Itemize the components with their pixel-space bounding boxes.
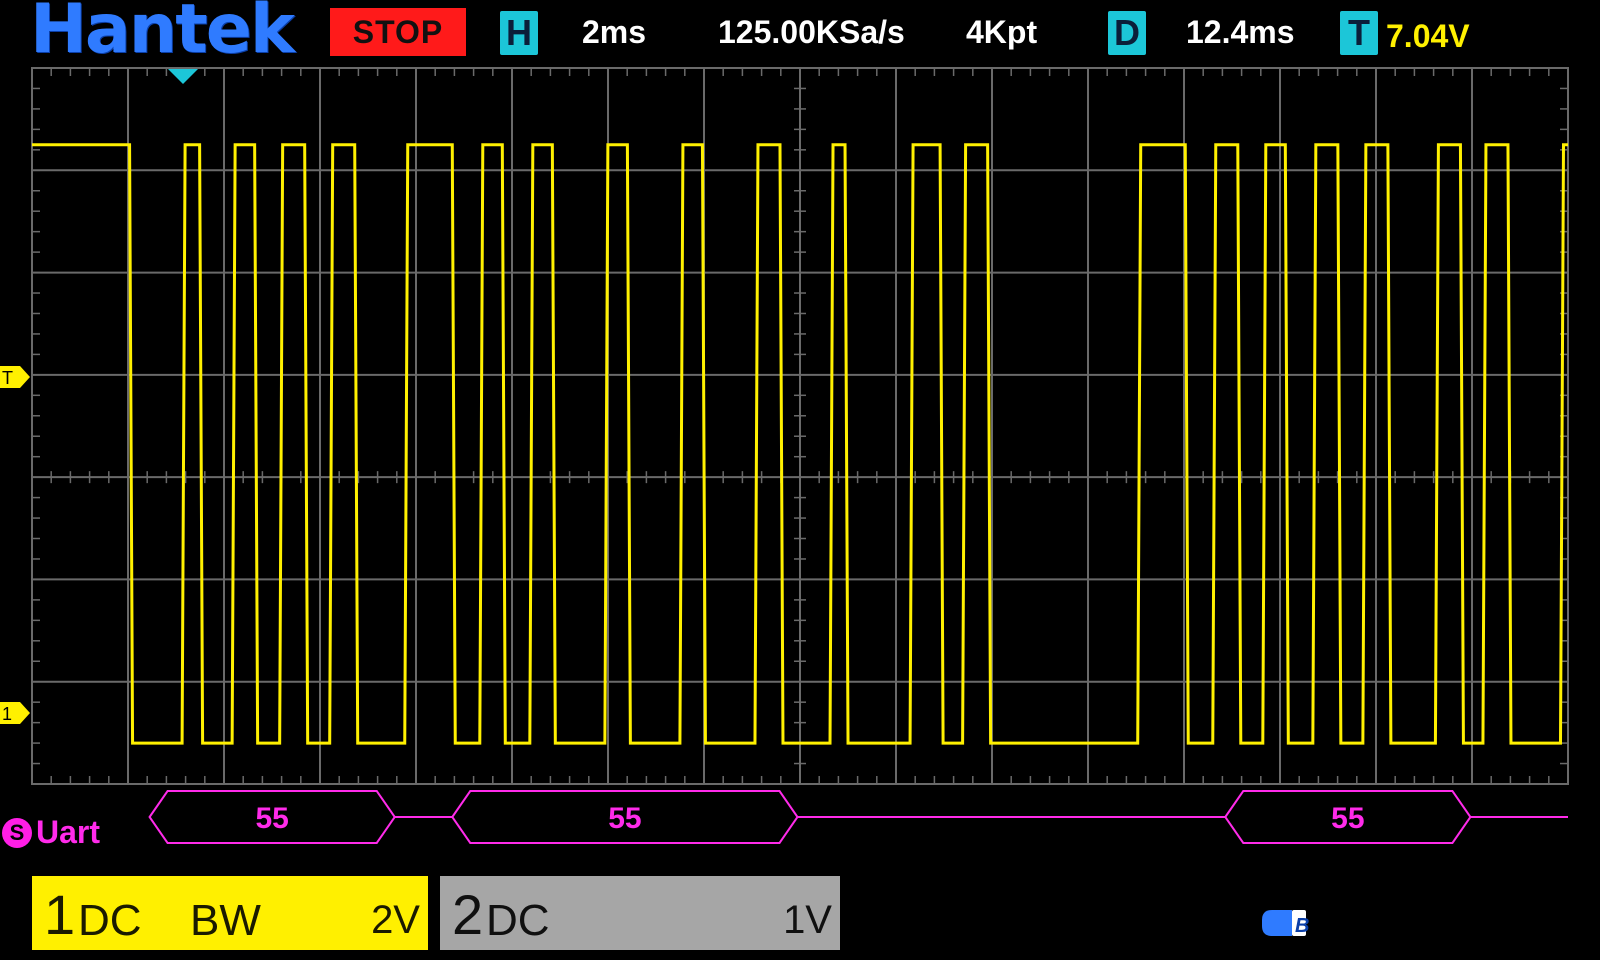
- uart-decode-bus: 55 55 55: [148, 790, 1568, 844]
- channel1-ground-marker[interactable]: 1: [0, 702, 30, 724]
- svg-text:B: B: [1295, 915, 1309, 937]
- serial-decode-icon: S: [2, 817, 32, 848]
- channel1-bandwidth-limit: BW: [190, 896, 261, 945]
- brand-logo: Hantek: [30, 0, 295, 69]
- horizontal-tag: H: [500, 11, 538, 55]
- trigger-tag: T: [1340, 11, 1378, 55]
- sample-rate-value: 125.00KSa/s: [718, 14, 905, 50]
- channel1-coupling: DC: [78, 896, 142, 945]
- channel2-coupling: DC: [486, 896, 550, 945]
- top-status-bar: Hantek STOP H 2ms 125.00KSa/s 4Kpt D 12.…: [0, 0, 1600, 69]
- memory-depth-value[interactable]: 4Kpt: [966, 14, 1037, 51]
- decode-label[interactable]: S Uart: [2, 814, 100, 851]
- trigger-level-marker-label: T: [2, 368, 13, 388]
- trigger-position-marker[interactable]: [168, 69, 198, 84]
- timebase-value[interactable]: 2ms: [582, 14, 646, 51]
- channel2-number: 2: [452, 883, 484, 946]
- decode-protocol-label: Uart: [36, 814, 101, 850]
- trigger-level-value[interactable]: 7.04V: [1386, 18, 1470, 55]
- channel2-scale: 1V: [783, 898, 832, 942]
- channel2-panel[interactable]: 2 DC 1V: [440, 876, 840, 950]
- delay-value[interactable]: 12.4ms: [1186, 14, 1295, 51]
- decode-frame-value: 55: [255, 802, 288, 835]
- decode-frame-value: 55: [608, 802, 641, 835]
- channel1-panel[interactable]: 1 DC BW 2V: [32, 876, 428, 950]
- channel1-ground-marker-label: 1: [2, 704, 12, 724]
- channel1-scale: 2V: [371, 898, 420, 942]
- decode-frame-value: 55: [1331, 802, 1364, 835]
- run-stop-indicator[interactable]: STOP: [330, 8, 466, 56]
- storage-status-icon[interactable]: B: [1262, 906, 1312, 940]
- delay-tag: D: [1108, 11, 1146, 55]
- trigger-level-marker[interactable]: T: [0, 366, 30, 388]
- channel1-number: 1: [44, 883, 76, 946]
- waveform-display[interactable]: T 1 55 55 55: [0, 60, 1600, 880]
